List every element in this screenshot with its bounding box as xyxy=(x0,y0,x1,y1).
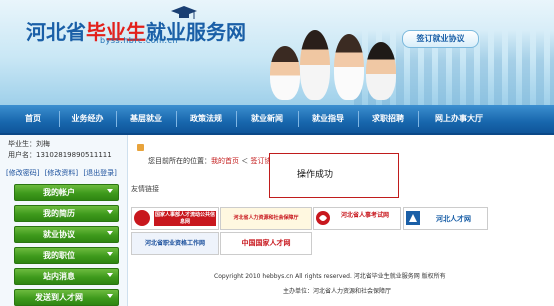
success-dialog: 操作成功 xyxy=(269,153,399,198)
site-header: 河北省毕业生就业服务网 byss.hbrc.com.cn 签订就业协议 xyxy=(0,0,554,105)
nav-recruit[interactable]: 求职招聘 xyxy=(359,105,417,133)
user-info: 毕业生：刘梅 用户名：13102819890511111 xyxy=(8,139,112,161)
location-icon xyxy=(137,144,144,151)
link-mohrss[interactable]: 国家人事部人才流动公共信息网 xyxy=(131,207,219,230)
footer-copyright: Copyright 2010 hebbys.cn All rights rese… xyxy=(214,273,446,280)
link-hebei-qualification[interactable]: 河北省职业资格工作网 xyxy=(131,232,219,255)
nav-online-hall[interactable]: 网上办事大厅 xyxy=(419,105,499,133)
nav-home[interactable]: 首页 xyxy=(8,105,58,133)
logo-province: 河北省 xyxy=(26,20,86,44)
breadcrumb-prefix: 您目前所在的位置： xyxy=(148,157,211,165)
edit-profile-link[interactable]: [修改资料] xyxy=(45,169,78,177)
menu-agreement[interactable]: 就业协议 xyxy=(14,226,119,243)
menu-label: 我的帐户 xyxy=(43,188,75,197)
students-photo xyxy=(262,10,402,100)
chevron-down-icon xyxy=(107,231,113,235)
menu-my-resume[interactable]: 我的简历 xyxy=(14,205,119,222)
menu-my-account[interactable]: 我的帐户 xyxy=(14,184,119,201)
chevron-down-icon xyxy=(107,252,113,256)
chevron-down-icon xyxy=(107,189,113,193)
main-nav: 首页 业务经办 基层就业 政策法规 就业新闻 就业指导 求职招聘 网上办事大厅 xyxy=(0,105,554,135)
link-label: 河北人才网 xyxy=(436,215,471,223)
chevron-down-icon xyxy=(107,294,113,298)
chevron-down-icon xyxy=(107,210,113,214)
menu-label: 就业协议 xyxy=(43,230,75,239)
user-links: [修改密码] [修改资料] [退出登录] xyxy=(6,168,120,178)
menu-send-talent[interactable]: 发送到人才网 xyxy=(14,289,119,306)
link-hebei-exam[interactable]: 河北省人事考试网 xyxy=(313,207,401,230)
menu-label: 站内消息 xyxy=(43,272,75,281)
change-password-link[interactable]: [修改密码] xyxy=(6,169,39,177)
chevron-down-icon xyxy=(107,273,113,277)
footer-sponsor: 主办单位：河北省人力资源和社会保障厅 xyxy=(283,288,392,295)
nav-news[interactable]: 就业新闻 xyxy=(237,105,297,133)
logo-url: byss.hbrc.com.cn xyxy=(100,36,178,45)
link-label: 国家人事部人才流动公共信息网 xyxy=(154,212,215,225)
link-hebei-talent[interactable]: 河北人才网 xyxy=(403,207,488,230)
menu-label: 我的职位 xyxy=(43,251,75,260)
dialog-message: 操作成功 xyxy=(297,170,334,180)
user-account: 用户名：13102819890511111 xyxy=(8,151,112,159)
graduation-cap-icon xyxy=(171,6,197,19)
nav-grassroots[interactable]: 基层就业 xyxy=(117,105,175,133)
logout-link[interactable]: [退出登录] xyxy=(83,169,116,177)
menu-messages[interactable]: 站内消息 xyxy=(14,268,119,285)
sign-agreement-button[interactable]: 签订就业协议 xyxy=(402,30,479,48)
sidebar: 毕业生：刘梅 用户名：13102819890511111 [修改密码] [修改资… xyxy=(0,135,128,306)
menu-label: 发送到人才网 xyxy=(35,293,83,302)
nav-policy[interactable]: 政策法规 xyxy=(177,105,235,133)
link-china-talent[interactable]: 中国国家人才网 xyxy=(220,232,312,255)
link-hebei-hrss[interactable]: 河北省人力资源和社会保障厅 xyxy=(220,207,312,230)
nav-guidance[interactable]: 就业指导 xyxy=(299,105,357,133)
menu-label: 我的简历 xyxy=(43,209,75,218)
breadcrumb-separator: ＜ xyxy=(239,157,251,165)
breadcrumb: 您目前所在的位置：我的首页 ＜ 签订协议 xyxy=(148,156,278,166)
nav-business[interactable]: 业务经办 xyxy=(60,105,115,133)
link-label: 河北省人事考试网 xyxy=(340,212,389,219)
links-title: 友情链接 xyxy=(131,185,159,193)
menu-my-jobs[interactable]: 我的职位 xyxy=(14,247,119,264)
user-name: 毕业生：刘梅 xyxy=(8,140,50,148)
breadcrumb-home[interactable]: 我的首页 xyxy=(211,157,239,165)
